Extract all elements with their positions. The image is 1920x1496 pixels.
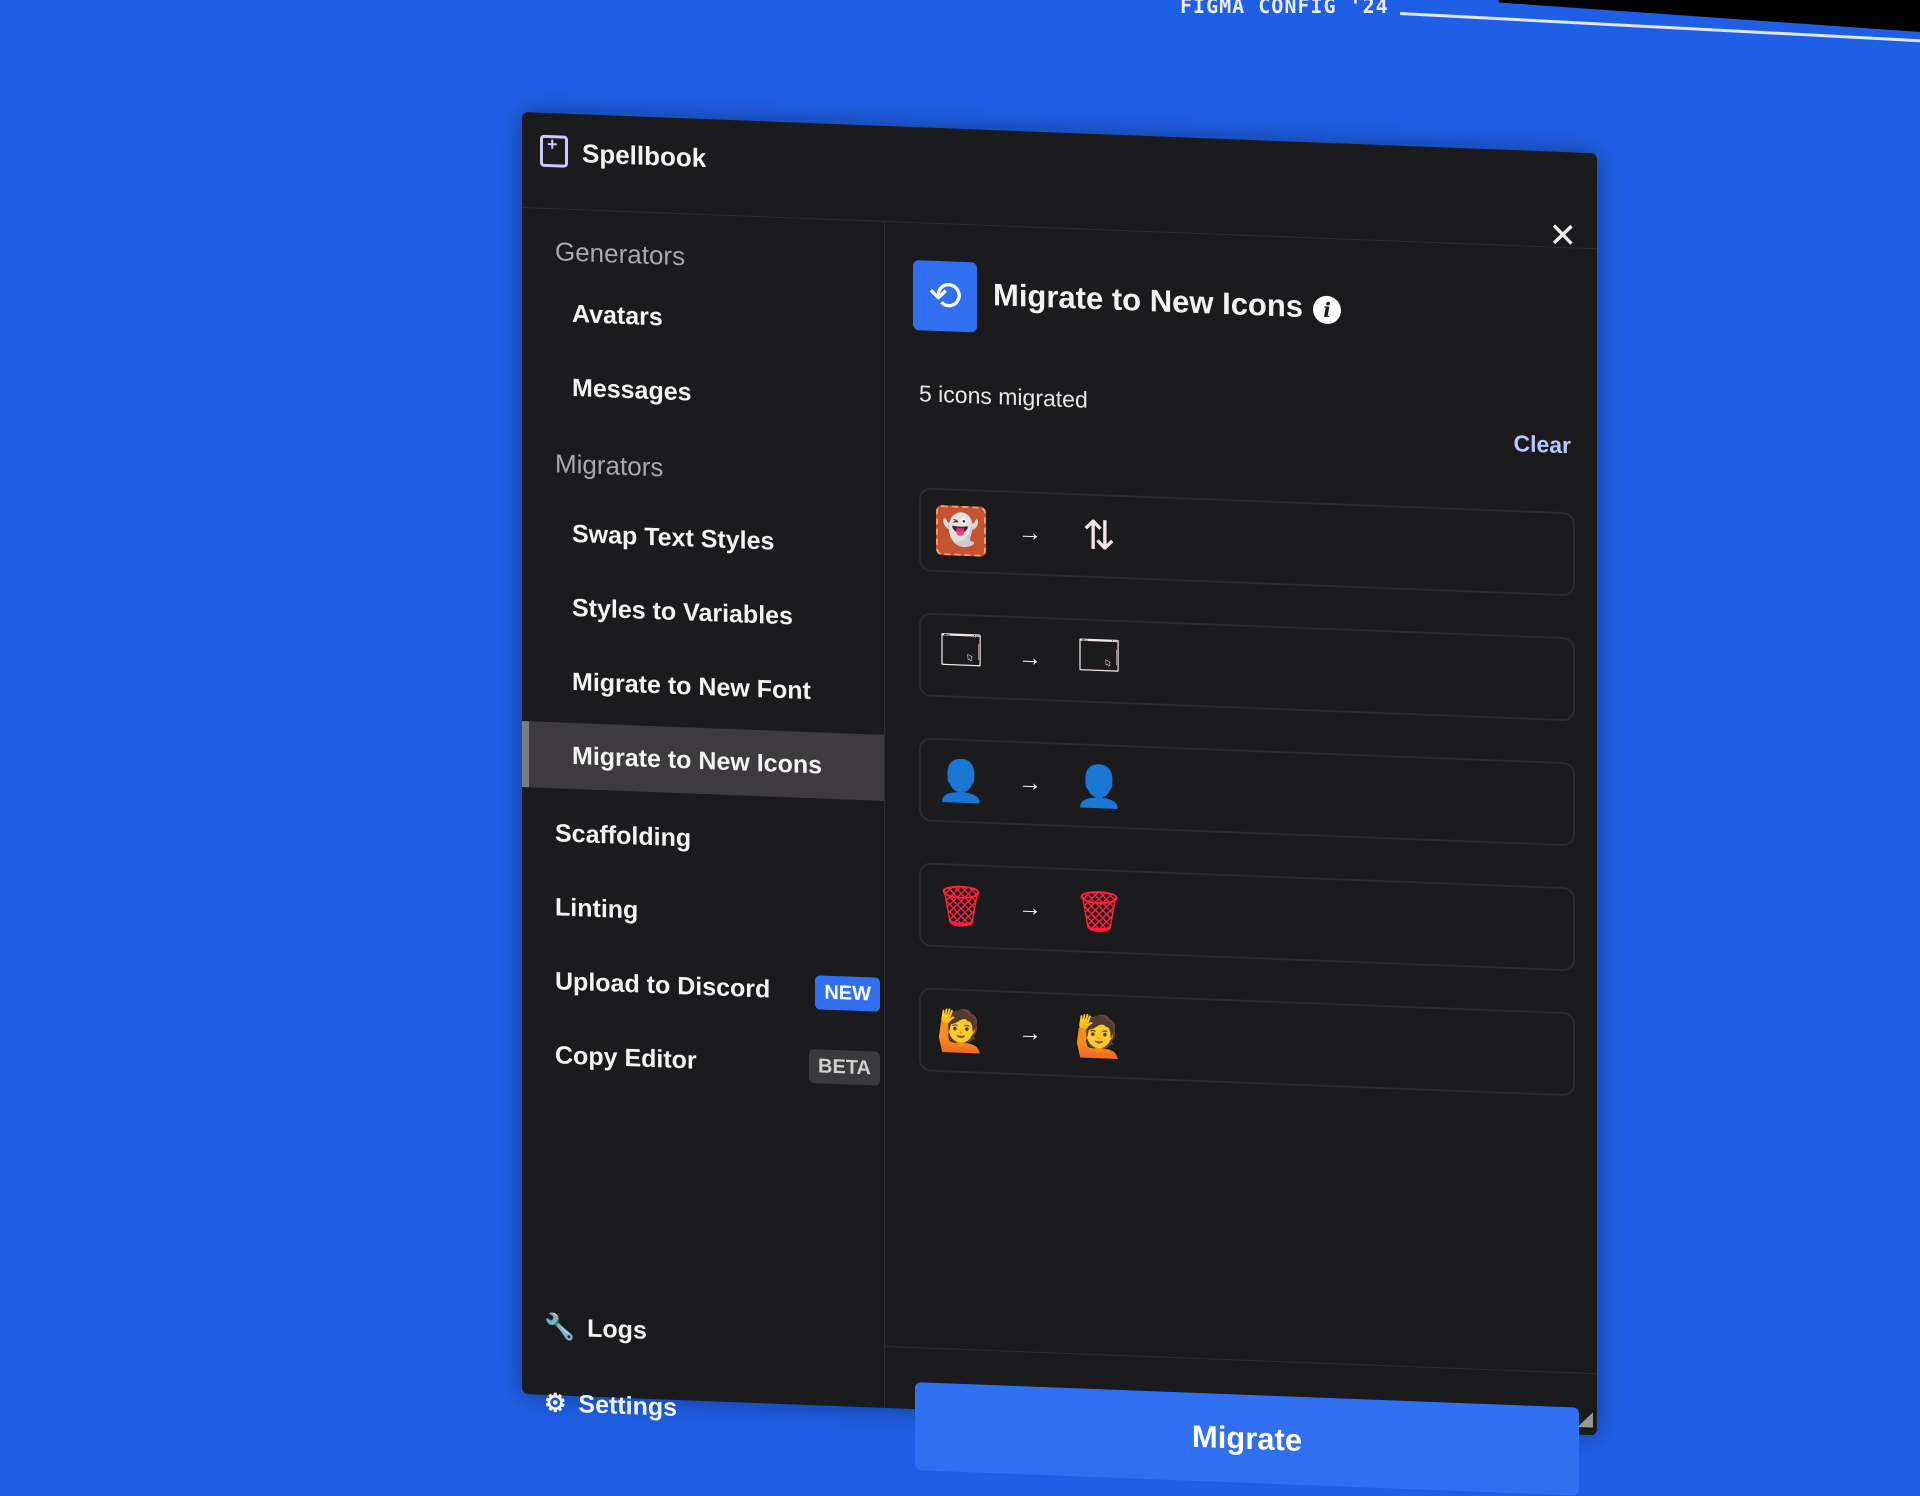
sidebar-item-linting[interactable]: Linting [522, 873, 884, 953]
resize-handle-icon[interactable]: ◢ [1578, 1406, 1593, 1432]
app-title: Spellbook [582, 138, 707, 174]
trash-icon: 🗑 [1073, 888, 1125, 935]
migrate-refresh-icon: ⟲ [913, 260, 977, 333]
migration-row: 🗔 → 🗔 [919, 612, 1575, 722]
page-title: Migrate to New Icons i [993, 277, 1342, 326]
section-generators: Generators [555, 236, 686, 272]
spellbook-window: Spellbook ✕ Generators Avatars Messages … [522, 112, 1597, 1496]
background-caption: FIGMA CONFIG '24 [1180, 0, 1389, 18]
sidebar-item-upload-to-discord[interactable]: Upload to Discord NEW [522, 947, 884, 1027]
beta-badge: BETA [809, 1049, 880, 1086]
migration-row: 🗑 → 🗑 [919, 862, 1575, 972]
sidebar-item-label: Copy Editor [555, 1041, 697, 1075]
clear-button[interactable]: Clear [1513, 430, 1571, 459]
migrate-button[interactable]: Migrate [915, 1382, 1579, 1496]
page-title-text: Migrate to New Icons [993, 277, 1304, 325]
migration-row: 🙋 → 🙋 [919, 987, 1575, 1097]
sidebar-item-swap-text-styles[interactable]: Swap Text Styles [522, 499, 884, 579]
spellbook-icon [540, 134, 568, 168]
new-badge: NEW [815, 975, 880, 1012]
migration-row: 👤 → 👤 [919, 737, 1575, 847]
settings-label: Settings [578, 1389, 678, 1422]
info-icon[interactable]: i [1313, 295, 1342, 325]
logs-label: Logs [587, 1314, 647, 1345]
arrows-up-down-icon: ⇅ [1082, 513, 1116, 559]
gear-icon: ⚙ [544, 1388, 567, 1418]
migration-count: 5 icons migrated [919, 380, 1088, 413]
main-panel: ⟲ Migrate to New Icons i 5 icons migrated… [885, 221, 1597, 1496]
logs-button[interactable]: 🔧 Logs [544, 1313, 647, 1346]
arrow-right-icon: → [1018, 519, 1042, 547]
sidebar-item-messages[interactable]: Messages [522, 353, 884, 433]
settings-button[interactable]: ⚙ Settings [544, 1388, 677, 1423]
arrow-right-icon: → [1018, 769, 1042, 797]
arrow-right-icon: → [1018, 894, 1042, 922]
arrow-right-icon: → [1018, 1019, 1042, 1047]
user-add-icon: 👤 [1074, 763, 1124, 810]
user-add-icon: 👤 [936, 758, 986, 805]
sidebar-item-styles-to-variables[interactable]: Styles to Variables [522, 573, 884, 653]
sidebar-item-migrate-font[interactable]: Migrate to New Font [522, 647, 884, 727]
user-raise-hand-icon: 🙋 [1074, 1013, 1124, 1060]
ghost-icon: 👻 [935, 504, 987, 558]
migration-row: 👻 → ⇅ [919, 487, 1575, 597]
sidebar: Generators Avatars Messages Migrators Sw… [522, 207, 885, 1421]
sidebar-item-migrate-icons[interactable]: Migrate to New Icons [522, 721, 884, 801]
sidebar-item-scaffolding[interactable]: Scaffolding [522, 799, 884, 879]
sidebar-item-label: Upload to Discord [555, 967, 771, 1004]
sidebar-item-avatars[interactable]: Avatars [522, 279, 884, 359]
footer-divider [885, 1345, 1597, 1375]
section-migrators: Migrators [555, 448, 664, 483]
window-add-icon: 🗔 [1077, 633, 1121, 679]
screen-bezel [1498, 0, 1920, 38]
window-add-icon: 🗔 [939, 628, 983, 674]
sidebar-item-copy-editor[interactable]: Copy Editor BETA [522, 1021, 884, 1101]
wrench-icon: 🔧 [544, 1312, 576, 1343]
user-raise-hand-icon: 🙋 [936, 1008, 986, 1055]
trash-icon: 🗑 [935, 883, 987, 930]
arrow-right-icon: → [1018, 644, 1042, 672]
